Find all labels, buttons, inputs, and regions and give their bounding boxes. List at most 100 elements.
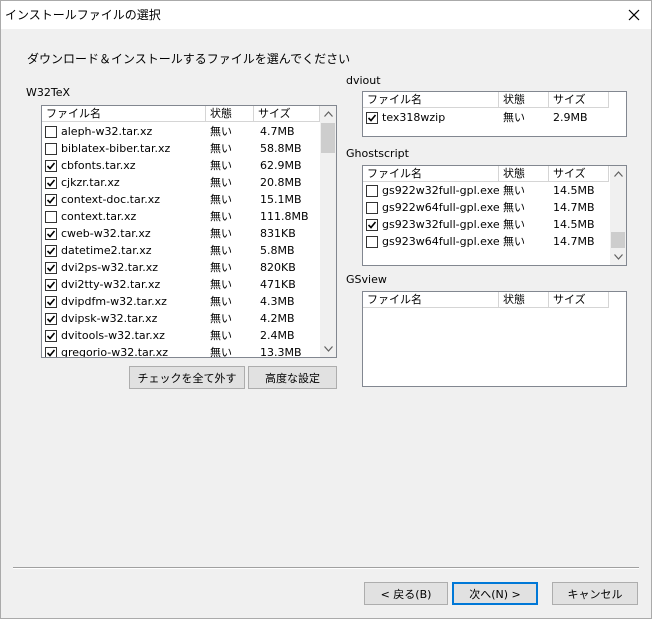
w32tex-scrollbar[interactable]: [320, 106, 336, 357]
row-checkbox[interactable]: [45, 194, 57, 206]
row-checkbox[interactable]: [45, 228, 57, 240]
chevron-down-icon: [613, 254, 623, 260]
scroll-thumb[interactable]: [321, 123, 335, 153]
ghostscript-label: Ghostscript: [346, 147, 409, 160]
gsview-list[interactable]: ファイル名 状態 サイズ: [362, 291, 627, 387]
row-checkbox[interactable]: [45, 296, 57, 308]
uncheck-all-button[interactable]: チェックを全て外す: [129, 366, 245, 389]
check-icon: [46, 298, 56, 306]
status-cell: 無い: [503, 111, 525, 124]
row-checkbox[interactable]: [45, 347, 57, 357]
file-name-cell: biblatex-biber.tar.xz: [61, 142, 171, 155]
size-cell: 2.9MB: [553, 111, 588, 124]
list-item[interactable]: context-doc.tar.xz 無い 15.1MB: [42, 191, 336, 208]
dviout-label: dviout: [346, 74, 381, 87]
column-header-size[interactable]: サイズ: [549, 166, 609, 182]
status-cell: 無い: [210, 329, 232, 342]
scroll-down-button[interactable]: [610, 249, 626, 265]
install-file-dialog: インストールファイルの選択 ダウンロード＆インストールするファイルを選んでくださ…: [0, 0, 652, 619]
list-item[interactable]: cweb-w32.tar.xz 無い 831KB: [42, 225, 336, 242]
list-item[interactable]: cjkzr.tar.xz 無い 20.8MB: [42, 174, 336, 191]
list-item[interactable]: aleph-w32.tar.xz 無い 4.7MB: [42, 123, 336, 140]
row-checkbox[interactable]: [366, 202, 378, 214]
row-checkbox[interactable]: [45, 160, 57, 172]
status-cell: 無い: [210, 176, 232, 189]
file-name-cell: tex318wzip: [382, 111, 446, 124]
status-cell: 無い: [210, 278, 232, 291]
list-item[interactable]: gs923w64full-gpl.exe 無い 14.7MB: [363, 233, 626, 250]
list-header: ファイル名 状態 サイズ: [363, 92, 626, 108]
list-item[interactable]: dvipdfm-w32.tar.xz 無い 4.3MB: [42, 293, 336, 310]
column-header-status[interactable]: 状態: [499, 92, 549, 108]
row-checkbox[interactable]: [45, 245, 57, 257]
list-item[interactable]: datetime2.tar.xz 無い 5.8MB: [42, 242, 336, 259]
row-checkbox[interactable]: [45, 330, 57, 342]
scroll-up-button[interactable]: [610, 166, 626, 182]
scroll-thumb[interactable]: [611, 232, 625, 248]
column-header-size[interactable]: サイズ: [254, 106, 320, 122]
file-name-cell: dvi2tty-w32.tar.xz: [61, 278, 161, 291]
column-header-name[interactable]: ファイル名: [363, 292, 499, 308]
row-checkbox[interactable]: [45, 143, 57, 155]
chevron-down-icon: [323, 346, 333, 352]
row-checkbox[interactable]: [45, 262, 57, 274]
list-item[interactable]: gs922w64full-gpl.exe 無い 14.7MB: [363, 199, 626, 216]
column-header-size[interactable]: サイズ: [549, 92, 609, 108]
check-icon: [367, 221, 377, 229]
cancel-button[interactable]: キャンセル: [552, 582, 638, 605]
close-button[interactable]: [617, 1, 651, 29]
file-name-cell: dvi2ps-w32.tar.xz: [61, 261, 159, 274]
size-cell: 14.7MB: [553, 201, 595, 214]
row-checkbox[interactable]: [366, 112, 378, 124]
ghostscript-scrollbar[interactable]: [610, 166, 626, 265]
row-checkbox[interactable]: [45, 313, 57, 325]
column-header-name[interactable]: ファイル名: [42, 106, 206, 122]
list-item[interactable]: dvipsk-w32.tar.xz 無い 4.2MB: [42, 310, 336, 327]
w32tex-label: W32TeX: [26, 86, 71, 99]
row-checkbox[interactable]: [366, 236, 378, 248]
list-item[interactable]: cbfonts.tar.xz 無い 62.9MB: [42, 157, 336, 174]
size-cell: 15.1MB: [260, 193, 302, 206]
back-button[interactable]: < 戻る(B): [364, 582, 448, 605]
list-header: ファイル名 状態 サイズ: [363, 292, 626, 308]
scroll-up-button[interactable]: [320, 106, 336, 122]
column-header-status[interactable]: 状態: [499, 166, 549, 182]
dviout-list[interactable]: ファイル名 状態 サイズ tex318wzip 無い 2.9MB: [362, 91, 627, 137]
list-item[interactable]: tex318wzip 無い 2.9MB: [363, 109, 626, 126]
check-icon: [367, 114, 377, 122]
file-name-cell: datetime2.tar.xz: [61, 244, 152, 257]
list-item[interactable]: dvitools-w32.tar.xz 無い 2.4MB: [42, 327, 336, 344]
row-checkbox[interactable]: [45, 211, 57, 223]
row-checkbox[interactable]: [45, 177, 57, 189]
list-item[interactable]: dvi2tty-w32.tar.xz 無い 471KB: [42, 276, 336, 293]
file-name-cell: gregorio-w32.tar.xz: [61, 346, 169, 358]
list-item[interactable]: context.tar.xz 無い 111.8MB: [42, 208, 336, 225]
row-checkbox[interactable]: [45, 279, 57, 291]
file-name-cell: cjkzr.tar.xz: [61, 176, 120, 189]
column-header-status[interactable]: 状態: [499, 292, 549, 308]
row-checkbox[interactable]: [366, 219, 378, 231]
column-header-name[interactable]: ファイル名: [363, 92, 499, 108]
check-icon: [46, 349, 56, 357]
row-checkbox[interactable]: [45, 126, 57, 138]
column-header-size[interactable]: サイズ: [549, 292, 609, 308]
next-button[interactable]: 次へ(N) >: [452, 582, 538, 605]
ghostscript-list[interactable]: ファイル名 状態 サイズ gs922w32full-gpl.exe 無い 14.5M…: [362, 165, 627, 266]
list-item[interactable]: biblatex-biber.tar.xz 無い 58.8MB: [42, 140, 336, 157]
scroll-down-button[interactable]: [320, 341, 336, 357]
column-header-status[interactable]: 状態: [206, 106, 254, 122]
list-item[interactable]: gs923w32full-gpl.exe 無い 14.5MB: [363, 216, 626, 233]
advanced-settings-button[interactable]: 高度な設定: [248, 366, 337, 389]
column-header-name[interactable]: ファイル名: [363, 166, 499, 182]
list-item[interactable]: gs922w32full-gpl.exe 無い 14.5MB: [363, 182, 626, 199]
file-name-cell: cweb-w32.tar.xz: [61, 227, 151, 240]
size-cell: 4.3MB: [260, 295, 295, 308]
status-cell: 無い: [503, 235, 525, 248]
list-item[interactable]: gregorio-w32.tar.xz 無い 13.3MB: [42, 344, 336, 358]
status-cell: 無い: [210, 142, 232, 155]
list-item[interactable]: dvi2ps-w32.tar.xz 無い 820KB: [42, 259, 336, 276]
status-cell: 無い: [503, 201, 525, 214]
row-checkbox[interactable]: [366, 185, 378, 197]
check-icon: [46, 315, 56, 323]
w32tex-list[interactable]: ファイル名 状態 サイズ aleph-w32.tar.xz 無い 4.7MB bibl…: [41, 105, 337, 358]
